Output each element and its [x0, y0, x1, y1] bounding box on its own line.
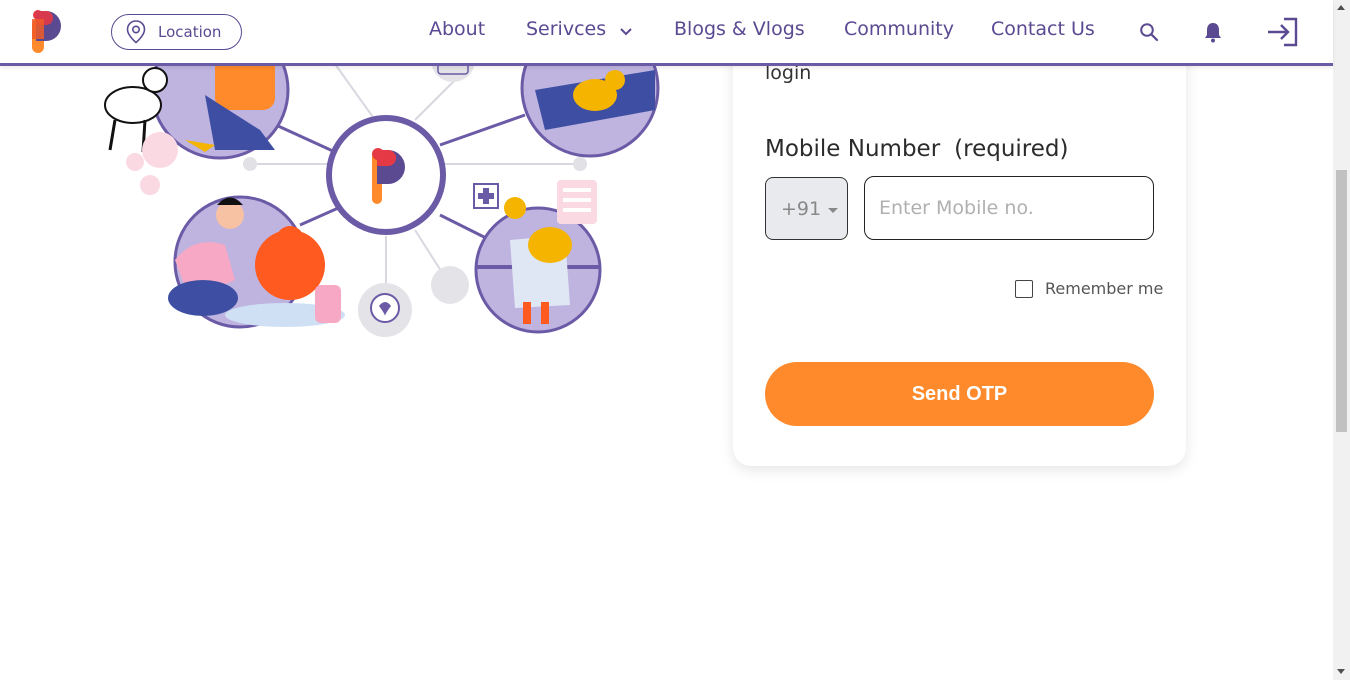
- mobile-number-input[interactable]: [864, 176, 1154, 240]
- remember-me-label: Remember me: [1045, 279, 1164, 298]
- vertical-scrollbar[interactable]: [1333, 0, 1350, 680]
- location-button[interactable]: Location: [111, 14, 242, 50]
- brand-logo[interactable]: [30, 9, 62, 55]
- nav-services[interactable]: Serivces: [526, 18, 606, 40]
- nav-blogs-vlogs[interactable]: Blogs & Vlogs: [674, 18, 805, 40]
- login-icon[interactable]: [1266, 17, 1300, 47]
- mobile-number-label: Mobile Number (required): [765, 136, 1068, 162]
- scrollbar-thumb[interactable]: [1336, 170, 1347, 432]
- chevron-down-icon[interactable]: [619, 27, 633, 37]
- mobile-label-text: Mobile Number: [765, 136, 941, 162]
- scroll-down-arrow-icon[interactable]: [1337, 669, 1345, 674]
- send-otp-button[interactable]: Send OTP: [765, 362, 1154, 426]
- nav-community[interactable]: Community: [844, 18, 954, 40]
- country-code-value: +91: [781, 197, 822, 220]
- bell-icon[interactable]: [1203, 21, 1223, 43]
- nav-about[interactable]: About: [429, 18, 485, 40]
- login-card: login Mobile Number(required) +91 Rememb…: [733, 20, 1186, 466]
- required-marker: (required): [954, 136, 1069, 162]
- map-pin-icon: [126, 20, 146, 44]
- page: Location About Serivces Blogs & Vlogs Co…: [0, 0, 1350, 680]
- top-navbar: Location About Serivces Blogs & Vlogs Co…: [0, 0, 1333, 66]
- location-label: Location: [158, 23, 222, 41]
- caret-down-icon: [828, 208, 839, 213]
- scroll-up-arrow-icon[interactable]: [1337, 5, 1345, 10]
- remember-me-checkbox[interactable]: Remember me: [1015, 279, 1163, 298]
- pet-care-illustration: [104, 40, 660, 337]
- country-code-select[interactable]: +91: [765, 177, 848, 240]
- checkbox-box[interactable]: [1015, 279, 1033, 298]
- search-icon[interactable]: [1139, 22, 1159, 42]
- nav-contact-us[interactable]: Contact Us: [991, 18, 1095, 40]
